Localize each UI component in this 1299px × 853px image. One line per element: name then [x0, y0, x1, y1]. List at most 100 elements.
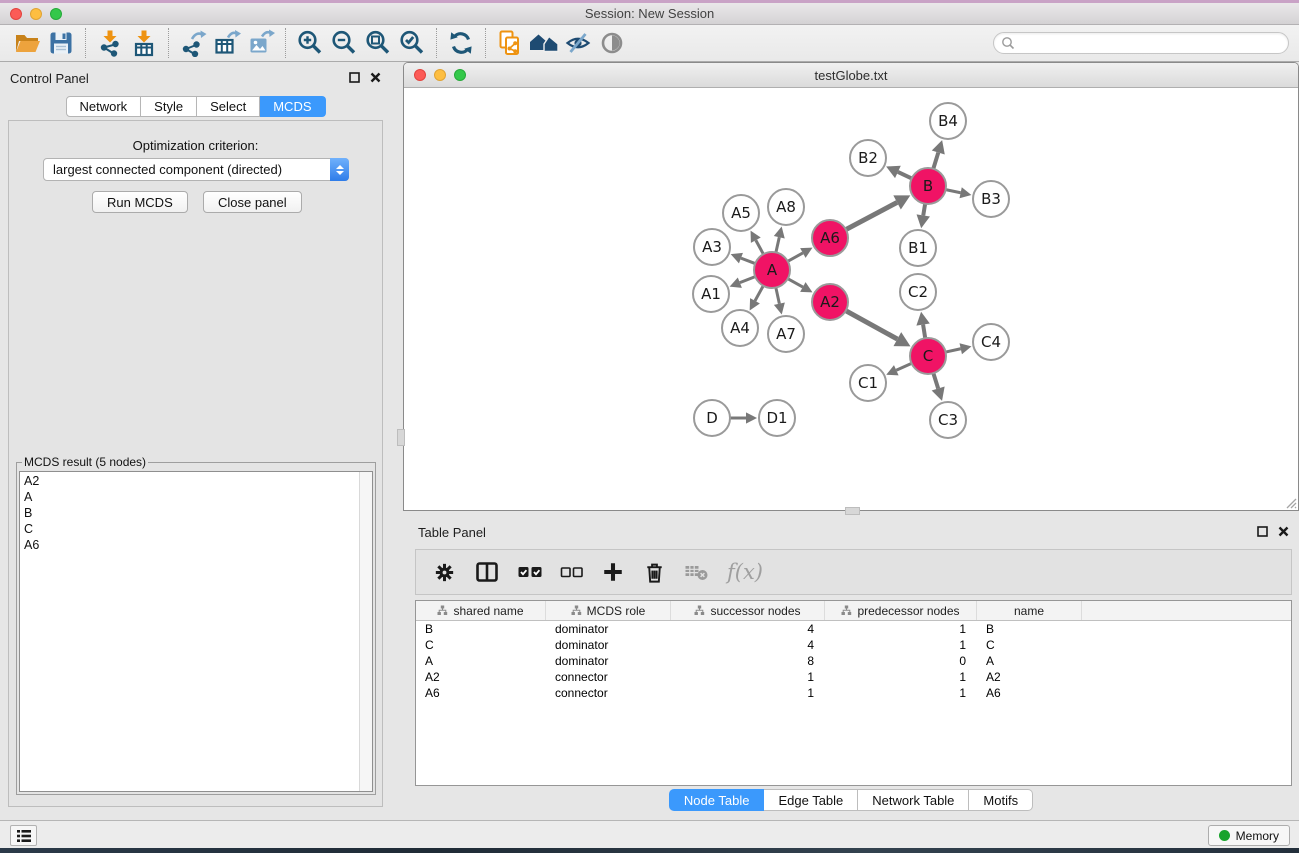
float-panel-icon[interactable]	[349, 72, 360, 83]
tab-network-table[interactable]: Network Table	[858, 789, 969, 811]
graph-edge[interactable]	[846, 202, 897, 229]
close-panel-icon[interactable]	[370, 72, 381, 83]
column-header[interactable]: predecessor nodes	[825, 601, 977, 620]
network-graph[interactable]: B4B2BB3A8A5A6A3B1AC2A1A2A4A7C4CC1DD1C3	[404, 89, 1298, 510]
memory-button[interactable]: Memory	[1208, 825, 1290, 846]
function-builder-button[interactable]: f(x)	[727, 560, 763, 584]
table-cell[interactable]: B	[977, 622, 1082, 636]
resize-grip-icon[interactable]	[1283, 495, 1297, 509]
table-cell[interactable]: connector	[546, 670, 671, 684]
tab-mcds[interactable]: MCDS	[260, 96, 325, 117]
export-image-button[interactable]	[244, 27, 278, 59]
table-cell[interactable]: 1	[825, 686, 977, 700]
mcds-result-item[interactable]: A6	[20, 536, 372, 552]
column-header[interactable]: shared name	[416, 601, 546, 620]
table-row[interactable]: Adominator80A	[416, 653, 1291, 669]
zoom-fit-button[interactable]	[361, 27, 395, 59]
graph-edge[interactable]	[933, 153, 938, 169]
tab-edge-table[interactable]: Edge Table	[764, 789, 858, 811]
unselect-all-checkboxes-button[interactable]	[560, 563, 584, 581]
first-neighbors-button[interactable]	[527, 27, 561, 59]
tab-motifs[interactable]: Motifs	[969, 789, 1033, 811]
new-network-from-selection-button[interactable]	[493, 27, 527, 59]
table-cell[interactable]: B	[416, 622, 546, 636]
refresh-button[interactable]	[444, 27, 478, 59]
task-history-button[interactable]	[10, 825, 37, 846]
table-row[interactable]: A2connector11A2	[416, 669, 1291, 685]
add-column-button[interactable]	[601, 560, 625, 584]
table-cell[interactable]: 1	[825, 622, 977, 636]
show-all-button[interactable]	[595, 27, 629, 59]
graph-edge[interactable]	[846, 311, 898, 339]
graph-edge[interactable]	[923, 325, 925, 339]
table-cell[interactable]: A	[977, 654, 1082, 668]
select-all-checkboxes-button[interactable]	[517, 563, 543, 581]
graph-edge[interactable]	[756, 240, 764, 254]
table-cell[interactable]: connector	[546, 686, 671, 700]
import-network-button[interactable]	[93, 27, 127, 59]
graph-edge[interactable]	[776, 288, 780, 304]
mcds-result-item[interactable]: A	[20, 488, 372, 504]
zoom-out-button[interactable]	[327, 27, 361, 59]
table-cell[interactable]: 1	[825, 670, 977, 684]
hide-selected-button[interactable]	[561, 27, 595, 59]
save-session-button[interactable]	[44, 27, 78, 59]
table-cell[interactable]: C	[416, 638, 546, 652]
column-header[interactable]: name	[977, 601, 1082, 620]
open-session-button[interactable]	[10, 27, 44, 59]
table-cell[interactable]: 8	[671, 654, 825, 668]
search-input[interactable]	[1015, 34, 1288, 52]
network-window-titlebar[interactable]: testGlobe.txt	[404, 63, 1298, 88]
mcds-result-item[interactable]: C	[20, 520, 372, 536]
table-row[interactable]: Bdominator41B	[416, 621, 1291, 637]
graph-edge[interactable]	[898, 172, 912, 178]
mcds-result-item[interactable]: B	[20, 504, 372, 520]
table-cell[interactable]: dominator	[546, 654, 671, 668]
table-settings-button[interactable]	[432, 560, 457, 585]
run-mcds-button[interactable]: Run MCDS	[92, 191, 188, 213]
graph-edge[interactable]	[740, 277, 755, 283]
table-row[interactable]: A6connector11A6	[416, 685, 1291, 701]
tab-network[interactable]: Network	[65, 96, 141, 117]
graph-edge[interactable]	[788, 253, 803, 261]
table-cell[interactable]: dominator	[546, 622, 671, 636]
table-cell[interactable]: dominator	[546, 638, 671, 652]
graph-edge[interactable]	[923, 204, 925, 216]
table-cell[interactable]: A2	[416, 670, 546, 684]
table-cell[interactable]: A	[416, 654, 546, 668]
graph-edge[interactable]	[933, 373, 938, 388]
tab-node-table[interactable]: Node Table	[669, 789, 765, 811]
table-cell[interactable]: C	[977, 638, 1082, 652]
node-table[interactable]: shared nameMCDS rolesuccessor nodesprede…	[415, 600, 1292, 786]
table-cell[interactable]: A6	[416, 686, 546, 700]
graph-edge[interactable]	[741, 258, 755, 263]
mcds-result-list[interactable]: A2ABCA6	[19, 471, 373, 792]
graph-edge[interactable]	[946, 349, 961, 352]
export-network-button[interactable]	[176, 27, 210, 59]
import-table-button[interactable]	[127, 27, 161, 59]
splitter-handle-horizontal[interactable]	[845, 507, 860, 515]
column-header[interactable]: MCDS role	[546, 601, 671, 620]
search-box[interactable]	[993, 32, 1289, 54]
graph-edge[interactable]	[776, 237, 779, 252]
table-cell[interactable]: A6	[977, 686, 1082, 700]
mcds-result-item[interactable]: A2	[20, 472, 372, 488]
table-cell[interactable]: 1	[671, 686, 825, 700]
table-cell[interactable]: 1	[671, 670, 825, 684]
close-panel-icon[interactable]	[1278, 526, 1289, 537]
column-header[interactable]: successor nodes	[671, 601, 825, 620]
table-cell[interactable]: 4	[671, 622, 825, 636]
tab-style[interactable]: Style	[141, 96, 197, 117]
graph-edge[interactable]	[788, 279, 803, 287]
table-row[interactable]: Cdominator41C	[416, 637, 1291, 653]
mcds-list-scrollbar[interactable]	[359, 472, 372, 791]
delete-columns-button[interactable]	[642, 560, 667, 585]
network-canvas[interactable]: B4B2BB3A8A5A6A3B1AC2A1A2A4A7C4CC1DD1C3	[404, 89, 1298, 510]
graph-edge[interactable]	[755, 286, 763, 301]
optimization-criterion-select[interactable]: largest connected component (directed)	[43, 158, 349, 181]
table-columns-button[interactable]	[474, 559, 500, 585]
table-cell[interactable]: 0	[825, 654, 977, 668]
close-panel-button[interactable]: Close panel	[203, 191, 302, 213]
table-cell[interactable]: 4	[671, 638, 825, 652]
delete-table-button[interactable]	[684, 562, 710, 582]
